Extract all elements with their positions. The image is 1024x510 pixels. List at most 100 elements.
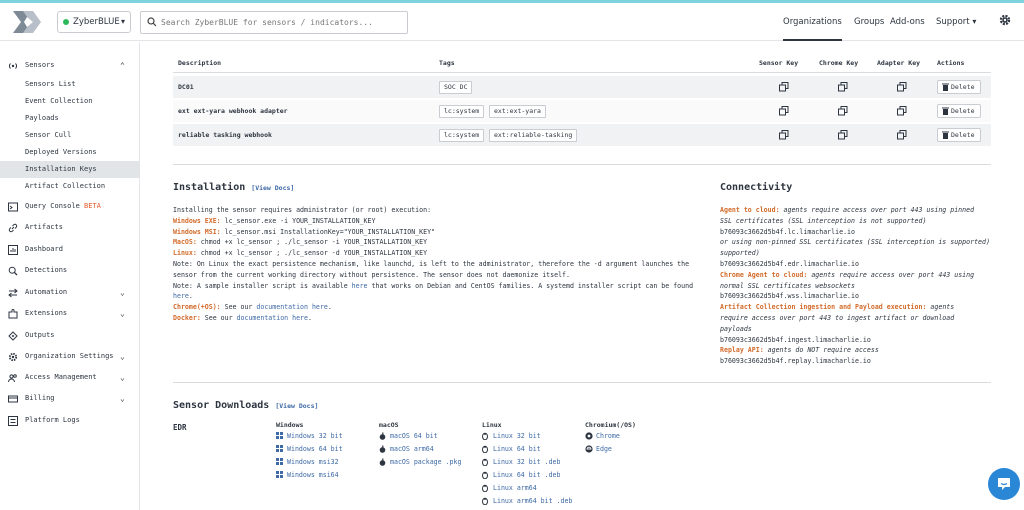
- copy-icon[interactable]: [779, 82, 789, 92]
- download-link[interactable]: Linux 64 bit: [482, 443, 541, 455]
- systemd-script-link[interactable]: here: [173, 292, 189, 300]
- search-icon: [147, 17, 157, 27]
- installation-instructions: Installing the sensor requires administr…: [173, 205, 708, 324]
- tag-chip[interactable]: lc:system: [439, 105, 485, 118]
- search-input[interactable]: [161, 14, 401, 31]
- delete-button[interactable]: Delete: [937, 104, 981, 118]
- delete-button[interactable]: Delete: [937, 80, 981, 94]
- sidebar-item-label: Sensors: [25, 61, 55, 69]
- tag-chip[interactable]: lc:system: [439, 129, 485, 142]
- download-link[interactable]: Linux arm64 bit .deb: [482, 495, 572, 507]
- copy-icon[interactable]: [779, 130, 789, 140]
- tag-chip[interactable]: ext:ext-yara: [489, 105, 546, 118]
- apple-icon: [379, 445, 386, 453]
- copy-icon[interactable]: [838, 130, 848, 140]
- chat-button[interactable]: [988, 468, 1020, 500]
- download-link[interactable]: Linux 32 bit .deb: [482, 456, 561, 468]
- label: Docker:: [173, 313, 201, 322]
- sidebar-item-dashboard[interactable]: Dashboard: [0, 241, 140, 258]
- label: MacOS:: [173, 238, 197, 247]
- delete-button[interactable]: Delete: [937, 128, 981, 142]
- download-link[interactable]: Linux arm64: [482, 482, 537, 494]
- nav-add-ons[interactable]: Add-ons: [890, 3, 925, 41]
- settings-icon: [8, 352, 18, 362]
- link-label: Linux 64 bit: [493, 445, 541, 453]
- download-link[interactable]: macOS package .pkg: [379, 456, 461, 468]
- link-label: Chrome: [596, 432, 620, 440]
- row-description: ext ext-yara webhook adapter: [178, 107, 288, 115]
- sidebar-item-installation-keys[interactable]: Installation Keys: [0, 161, 140, 178]
- sidebar-item-query-console[interactable]: Query Console BETA: [0, 198, 140, 215]
- view-docs-link[interactable]: [View Docs]: [251, 184, 294, 192]
- sidebar-item-event-collection[interactable]: Event Collection: [0, 93, 140, 110]
- sidebar-item-platform-logs[interactable]: Platform Logs: [0, 412, 140, 429]
- sidebar-item-access-management[interactable]: Access Management ⌄: [0, 369, 140, 386]
- install-linux: Linux: chmod +x lc_sensor ; ./lc_sensor …: [173, 248, 708, 259]
- download-link[interactable]: Chrome: [585, 430, 620, 442]
- link-label: macOS 64 bit: [390, 432, 438, 440]
- sidebar-item-sensor-cull[interactable]: Sensor Cull: [0, 127, 140, 144]
- search-box[interactable]: [140, 11, 408, 34]
- copy-icon[interactable]: [838, 106, 848, 116]
- text: that works on Debian and CentOS families…: [367, 281, 694, 290]
- download-link[interactable]: Linux 64 bit .deb: [482, 469, 561, 481]
- sidebar-item-outputs[interactable]: Outputs: [0, 327, 140, 344]
- download-link[interactable]: macOS 64 bit: [379, 430, 438, 442]
- sidebar-item-artifact-collection[interactable]: Artifact Collection: [0, 178, 140, 195]
- chromium-heading: Chromium(/OS): [585, 421, 636, 429]
- connectivity-info: Agent to cloud: agents require access ov…: [720, 205, 995, 367]
- copy-icon[interactable]: [897, 106, 907, 116]
- sidebar-item-label: Artifacts: [25, 223, 63, 231]
- sidebar-item-extensions[interactable]: Extensions ⌄: [0, 305, 140, 322]
- nav-organizations[interactable]: Organizations: [783, 3, 842, 41]
- note-2a: Note: A sample installer script is avail…: [173, 281, 708, 292]
- zyberblue-logo[interactable]: [9, 9, 45, 35]
- windows-icon: [276, 458, 283, 465]
- view-docs-link[interactable]: [View Docs]: [275, 402, 318, 410]
- table-row: DC01 SOC DC Delete: [173, 76, 991, 98]
- copy-icon[interactable]: [897, 130, 907, 140]
- linux-heading: Linux: [482, 421, 502, 429]
- chrome-docs-link[interactable]: documentation here: [256, 303, 327, 311]
- label: Artifact Collection ingestion and Payloa…: [720, 303, 927, 312]
- sidebar-item-artifacts[interactable]: Artifacts: [0, 219, 140, 236]
- windows-icon: [276, 445, 283, 452]
- copy-icon[interactable]: [897, 82, 907, 92]
- download-link[interactable]: Windows msi32: [276, 456, 339, 468]
- sidebar-item-sensors-list[interactable]: Sensors List: [0, 76, 140, 93]
- sidebar-item-detections[interactable]: Detections: [0, 262, 140, 279]
- sidebar-item-billing[interactable]: Billing ⌄: [0, 390, 140, 407]
- link-label: Windows msi64: [287, 471, 339, 479]
- text: Note: A sample installer script is avail…: [173, 281, 352, 290]
- text: .: [188, 292, 193, 301]
- installer-script-link[interactable]: here: [352, 282, 368, 290]
- tag-chip[interactable]: ext:reliable-tasking: [489, 129, 578, 142]
- download-link[interactable]: Windows msi64: [276, 469, 339, 481]
- status-dot: [63, 19, 69, 25]
- col-tags: Tags: [439, 59, 455, 67]
- download-link[interactable]: Windows 64 bit: [276, 443, 343, 455]
- gear-icon[interactable]: [999, 14, 1011, 26]
- tag-chip[interactable]: SOC DC: [439, 81, 473, 94]
- docker-docs-link[interactable]: documentation here: [237, 314, 308, 322]
- billing-icon: [8, 395, 18, 403]
- sidebar-item-sensors[interactable]: Sensors ⌃: [0, 57, 140, 74]
- sidebar-item-automation[interactable]: Automation ⌄: [0, 284, 140, 301]
- sidebar-item-deployed-versions[interactable]: Deployed Versions: [0, 144, 140, 161]
- download-link[interactable]: macOS arm64: [379, 443, 434, 455]
- copy-icon[interactable]: [779, 106, 789, 116]
- sidebar-item-organization-settings[interactable]: Organization Settings ⌄: [0, 348, 140, 365]
- link-label: Edge: [596, 445, 612, 453]
- table-row: ext ext-yara webhook adapter lc:system e…: [173, 100, 991, 122]
- download-link[interactable]: Windows 32 bit: [276, 430, 343, 442]
- link-label: Linux arm64 bit .deb: [493, 497, 573, 505]
- org-selector-button[interactable]: ZyberBLUE ▾: [57, 11, 131, 33]
- linux-icon: [482, 471, 488, 479]
- copy-icon[interactable]: [838, 82, 848, 92]
- nav-support[interactable]: Support ▾: [936, 3, 976, 41]
- sidebar-item-payloads[interactable]: Payloads: [0, 110, 140, 127]
- dashboard-icon: [8, 245, 18, 255]
- download-link[interactable]: Edge: [585, 443, 612, 455]
- download-link[interactable]: Linux 32 bit: [482, 430, 541, 442]
- nav-groups[interactable]: Groups: [854, 3, 884, 41]
